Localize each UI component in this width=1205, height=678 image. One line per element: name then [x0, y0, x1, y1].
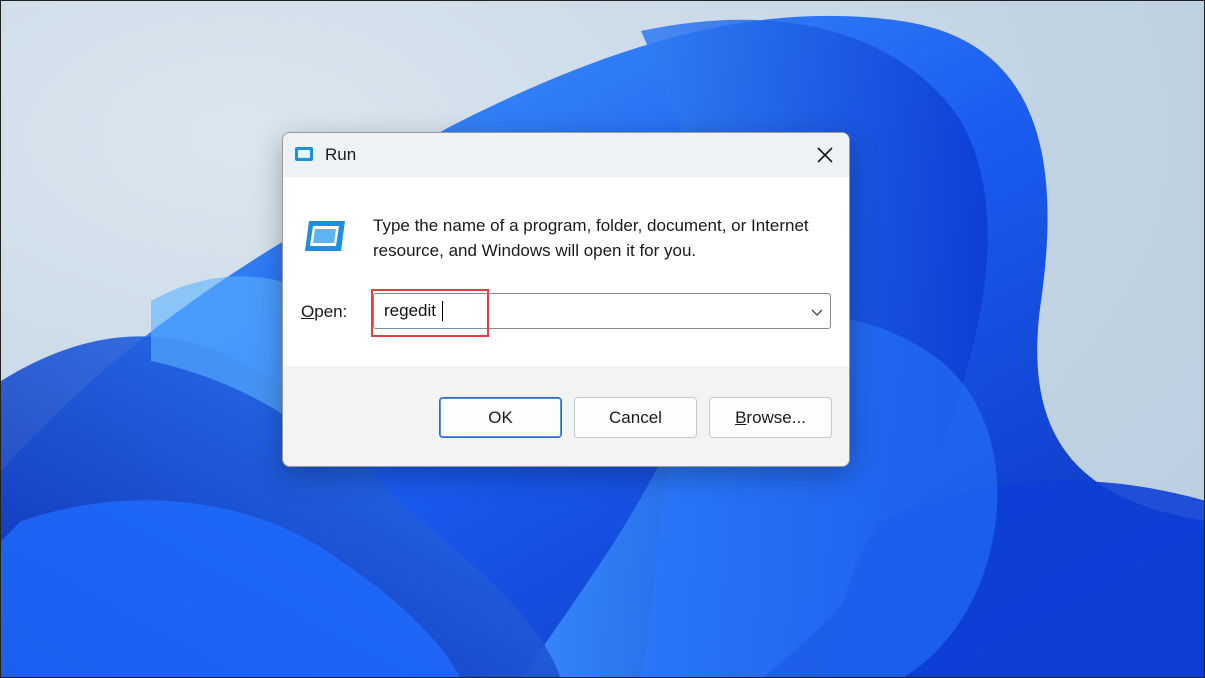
dialog-footer: OK Cancel Browse... [283, 366, 849, 466]
text-cursor [442, 301, 443, 321]
title-bar[interactable]: Run [283, 133, 849, 177]
cancel-button[interactable]: Cancel [574, 397, 697, 438]
dialog-description: Type the name of a program, folder, docu… [373, 216, 809, 260]
browse-label: rowse... [746, 407, 806, 427]
run-dialog: Run Type the name of a program, folder, … [282, 132, 850, 467]
browse-access-key: B [735, 407, 747, 427]
close-button[interactable] [801, 133, 849, 177]
open-label: Open: [301, 302, 347, 322]
window-title: Run [325, 145, 357, 164]
open-input[interactable] [384, 294, 784, 328]
open-label-text: pen: [314, 302, 348, 321]
ok-button[interactable]: OK [439, 397, 562, 438]
close-icon [817, 147, 833, 163]
browse-button[interactable]: Browse... [709, 397, 832, 438]
run-app-icon [305, 221, 345, 251]
chevron-down-icon[interactable] [810, 305, 824, 319]
run-app-icon [295, 147, 313, 161]
dialog-content: Type the name of a program, folder, docu… [283, 177, 849, 366]
open-label-access-key: O [301, 302, 315, 321]
open-combobox[interactable] [373, 293, 831, 329]
